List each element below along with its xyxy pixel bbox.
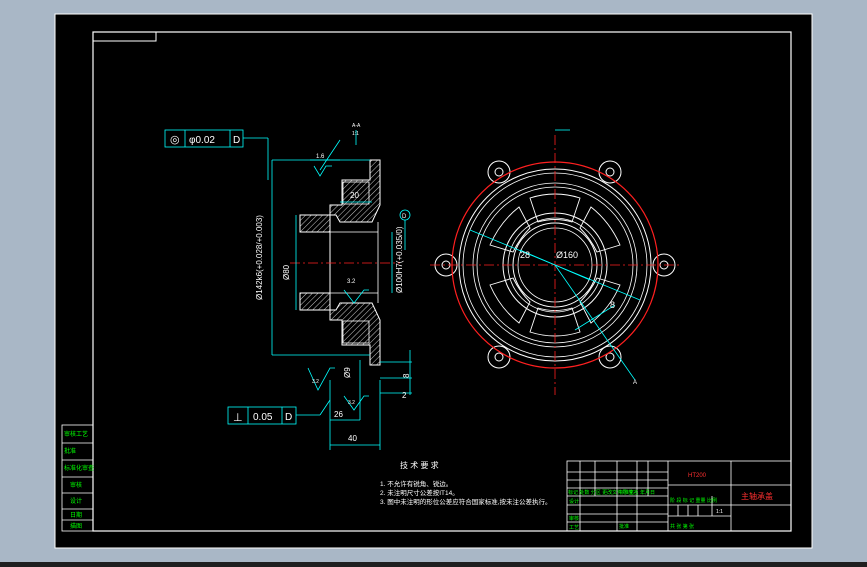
roughness-low2-value: 3.2 bbox=[348, 400, 355, 406]
dim-2: 2 bbox=[402, 391, 407, 400]
strip-label-1: 批准 bbox=[64, 447, 76, 455]
section-scale: 1:1 bbox=[352, 131, 359, 137]
tech-note-1: 1. 不允许有锐角、锐边。 bbox=[380, 479, 452, 488]
dim-160: Ø160 bbox=[556, 250, 578, 260]
scale-text: 1:1 bbox=[716, 509, 723, 515]
tb-row-label-3: 工艺 bbox=[569, 525, 579, 531]
fcf-top-value: φ0.02 bbox=[189, 135, 215, 146]
fcf-bottom-value: 0.05 bbox=[253, 412, 273, 423]
strip-label-6: 描图 bbox=[70, 522, 82, 530]
tb-stage-labels: 阶 段 标 记 重量 比例 bbox=[670, 497, 717, 504]
tb-mid-label-0: 标准化 bbox=[619, 489, 634, 496]
dim-80: Ø80 bbox=[282, 264, 291, 280]
dim-28: 28 bbox=[520, 250, 530, 260]
dim-40: 40 bbox=[348, 434, 357, 443]
fcf-top-symbol: ◎ bbox=[170, 134, 180, 146]
dim-od: Ø142k6(+0.028/+0.003) bbox=[255, 215, 264, 300]
tech-title: 技 术 要 求 bbox=[400, 460, 439, 470]
roughness-low-value: 3.2 bbox=[312, 379, 319, 385]
tb-mid-label-3: 批准 bbox=[619, 523, 629, 530]
tech-note-3: 3. 图中未注明的形位公差应符合国家标准,按未注公差执行。 bbox=[380, 497, 552, 506]
dim-26: 26 bbox=[334, 410, 343, 419]
section-label: A-A bbox=[352, 123, 361, 129]
strip-label-4: 设计 bbox=[70, 497, 82, 505]
tech-note-2: 2. 未注明尺寸公差按IT14。 bbox=[380, 488, 459, 497]
tb-row-label-2: 审核 bbox=[569, 515, 579, 522]
cad-drawing-canvas: 审核工艺 批准 标准化审查 审核 设计 日期 描图 A-A 1:1 20 Ø14… bbox=[54, 13, 813, 549]
fcf-bottom-datum: D bbox=[285, 412, 292, 423]
dim-bore: Ø100H7(+0.035/0) bbox=[395, 226, 404, 293]
strip-label-2: 标准化审查 bbox=[64, 464, 94, 472]
strip-label-3: 审核 bbox=[70, 481, 82, 489]
dim-9: Ø9 bbox=[343, 367, 352, 378]
part-name: 主轴承盖 bbox=[741, 491, 773, 501]
fcf-bottom-symbol: ⊥ bbox=[233, 412, 243, 424]
tb-row-label-1: 设计 bbox=[569, 498, 579, 505]
screen-background: 审核工艺 批准 标准化审查 审核 设计 日期 描图 A-A 1:1 20 Ø14… bbox=[0, 0, 867, 562]
roughness-top-value: 1.6 bbox=[316, 154, 325, 160]
tb-sheet-label: 共 张 第 张 bbox=[670, 523, 694, 530]
dim-8: 8 bbox=[402, 373, 411, 378]
dim-8b: 8 bbox=[610, 300, 615, 310]
strip-label-0: 审核工艺 bbox=[64, 430, 88, 438]
dim-20: 20 bbox=[350, 191, 359, 200]
strip-label-5: 日期 bbox=[70, 511, 82, 519]
material-text: HT200 bbox=[688, 473, 707, 479]
leader-a: A bbox=[633, 380, 637, 386]
tb-row-label-0: 标记 处数 分区 更改文件号 签名 年月日 bbox=[568, 489, 655, 496]
roughness-mid-value: 3.2 bbox=[347, 279, 356, 285]
datum-letter: D bbox=[402, 214, 407, 220]
fcf-top-datum: D bbox=[233, 135, 240, 146]
